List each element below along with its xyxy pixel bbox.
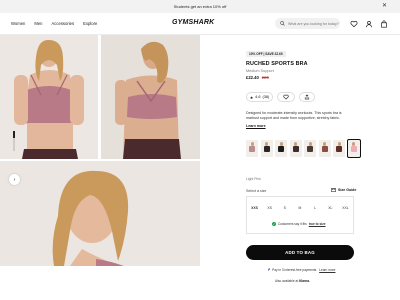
heart-icon — [283, 94, 289, 100]
price: £22.40 £26 — [246, 75, 269, 80]
color-swatch[interactable] — [318, 140, 331, 157]
swatch-model-head — [265, 142, 268, 146]
swatch-model-head — [294, 142, 297, 146]
selected-color-name: Light Pink — [246, 177, 261, 181]
color-swatch[interactable] — [333, 140, 345, 157]
size-label: Select a size — [246, 189, 267, 193]
swatch-model-head — [308, 142, 312, 146]
rating-value: 4.6 — [255, 95, 261, 99]
rating-button[interactable]: ★ 4.6 (38) — [246, 92, 273, 102]
gallery-progress-indicator — [13, 131, 15, 138]
learn-more-link[interactable]: Learn more — [246, 124, 266, 128]
size-option[interactable]: XXL — [339, 206, 352, 210]
size-option[interactable]: M — [293, 206, 306, 210]
size-option[interactable]: XL — [324, 206, 337, 210]
swatch-model-thumbnail — [321, 146, 328, 152]
product-image-closeup[interactable] — [0, 161, 200, 266]
swatch-model-thumbnail — [350, 146, 357, 152]
bag-icon[interactable] — [380, 20, 388, 28]
swatch-model-thumbnail — [307, 146, 313, 152]
nav-item-accessories[interactable]: Accessories — [52, 21, 75, 26]
swatch-model-head — [337, 142, 341, 146]
discount-badge: 10% OFF | SAVE £2.60 — [246, 51, 286, 57]
klarna-prefix: Also available at — [275, 279, 299, 283]
brand-logo[interactable]: GYMSHARK — [172, 19, 214, 26]
nav-item-women[interactable]: Women — [11, 21, 25, 26]
check-icon: ✓ — [272, 222, 276, 226]
search-bar[interactable] — [275, 18, 340, 29]
chevron-right-icon: › — [13, 176, 16, 183]
share-button[interactable] — [299, 92, 315, 102]
search-icon — [280, 21, 285, 26]
model-back-illustration — [101, 35, 200, 159]
review-count: (38) — [262, 95, 270, 99]
swatch-model-head — [250, 142, 254, 146]
swatch-model-thumbnail — [292, 146, 299, 152]
original-price: £26 — [261, 75, 269, 80]
swatch-model-head — [352, 142, 355, 146]
product-title: RUCHED SPORTS BRA — [246, 61, 308, 67]
announcement-bar: Students get an extra 10% off ✕ — [0, 0, 400, 13]
color-swatch[interactable] — [260, 140, 273, 157]
site-header: Women Men Accessories Explore GYMSHARK — [0, 13, 400, 35]
size-guide-label: Size Guide — [338, 188, 357, 192]
sale-price: £22.40 — [246, 75, 259, 80]
paypal-note-text: Pay in 3 interest-free payments. — [272, 268, 318, 272]
color-swatch[interactable] — [275, 140, 287, 157]
swatch-model-thumbnail — [336, 146, 342, 152]
gallery-next-button[interactable]: › — [9, 174, 20, 185]
size-selector — [246, 196, 354, 234]
fit-note-text: Customers say it fits — [278, 222, 307, 226]
klarna-note: Also available at Klarna. — [275, 279, 310, 283]
close-icon[interactable]: ✕ — [382, 3, 387, 9]
swatch-model-head — [279, 142, 283, 146]
size-option[interactable]: XS — [263, 206, 276, 210]
klarna-logo: Klarna. — [299, 279, 310, 283]
wishlist-button[interactable] — [277, 92, 295, 102]
model-closeup-illustration — [0, 161, 200, 266]
announcement-text: Students get an extra 10% off — [173, 4, 227, 9]
color-swatches — [246, 138, 361, 159]
fit-note: ✓ Customers say it fits true to size — [272, 222, 326, 226]
paypal-logo-icon: P — [268, 268, 271, 272]
share-icon — [304, 94, 310, 100]
main-nav: Women Men Accessories Explore — [11, 21, 97, 26]
add-to-bag-button[interactable]: ADD TO BAG — [246, 245, 354, 260]
swatch-model-thumbnail — [263, 146, 270, 152]
paypal-note: P Pay in 3 interest-free payments. Learn… — [268, 268, 335, 272]
color-swatch[interactable] — [289, 140, 302, 157]
product-image-back[interactable] — [101, 35, 200, 159]
size-guide-link[interactable]: Size Guide — [331, 188, 356, 192]
size-option[interactable]: L — [309, 206, 322, 210]
size-option[interactable]: S — [278, 206, 291, 210]
star-icon: ★ — [249, 95, 254, 100]
swatch-model-head — [323, 142, 326, 146]
product-subtitle: Medium Support — [246, 69, 274, 73]
swatch-model-thumbnail — [278, 146, 284, 152]
user-icon[interactable] — [365, 20, 373, 28]
fit-note-link[interactable]: true to size — [309, 222, 326, 226]
swatch-model-thumbnail — [249, 146, 255, 152]
ruler-icon — [331, 188, 336, 192]
nav-item-explore[interactable]: Explore — [83, 21, 97, 26]
color-swatch[interactable] — [346, 138, 361, 159]
heart-icon[interactable] — [350, 20, 358, 28]
size-option[interactable]: XXS — [248, 206, 261, 210]
color-swatch[interactable] — [304, 140, 316, 157]
nav-item-men[interactable]: Men — [34, 21, 42, 26]
product-description: Designed for moderate-intensity workouts… — [246, 111, 342, 120]
paypal-learn-more-link[interactable]: Learn more — [319, 268, 335, 272]
search-input[interactable] — [288, 21, 340, 26]
size-options: XXS XS S M L XL XXL — [248, 206, 352, 210]
color-swatch[interactable] — [246, 140, 258, 157]
